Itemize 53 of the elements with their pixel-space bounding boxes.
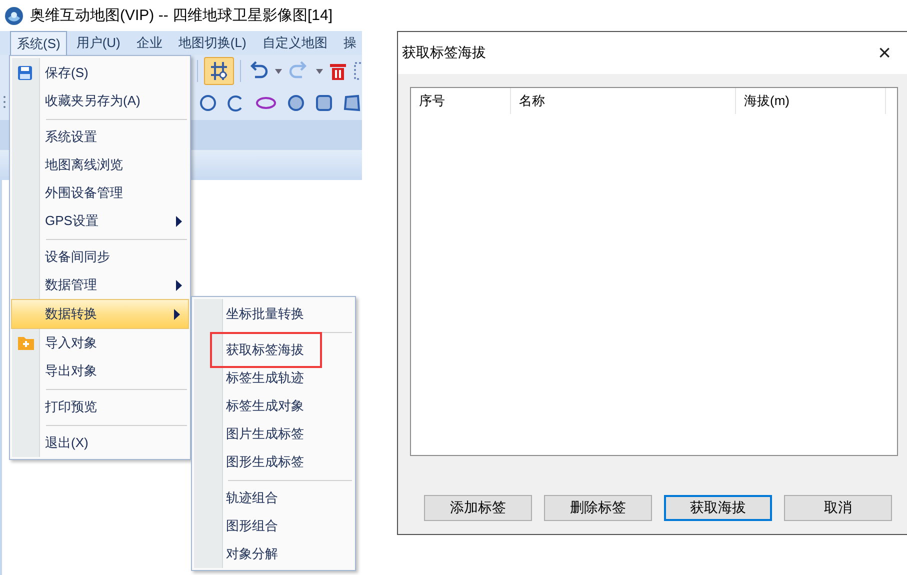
column-header[interactable]: 名称 bbox=[511, 88, 736, 114]
close-button[interactable]: × bbox=[872, 40, 897, 66]
menu-item[interactable]: 数据转换 bbox=[11, 299, 189, 329]
column-header[interactable]: 海拔(m) bbox=[736, 88, 886, 114]
menubar-item[interactable]: 用户(U) bbox=[69, 31, 128, 55]
menu-item[interactable]: 外围设备管理 bbox=[10, 179, 190, 207]
caret-icon[interactable] bbox=[316, 68, 323, 74]
toolbar-grip-icon[interactable] bbox=[3, 95, 6, 109]
menu-item[interactable]: 收藏夹另存为(A) bbox=[10, 87, 190, 115]
menu-item[interactable]: 坐标批量转换 bbox=[192, 300, 355, 328]
menubar-item[interactable]: 系统(S) bbox=[10, 31, 68, 55]
app-logo-icon bbox=[4, 6, 24, 26]
menu-item[interactable]: GPS设置 bbox=[10, 207, 190, 235]
folder-icon bbox=[17, 335, 35, 351]
dialog-title: 获取标签海拔 bbox=[402, 44, 487, 62]
menubar-item[interactable]: 自定义地图 bbox=[255, 31, 334, 55]
menu-item[interactable]: 对象分解 bbox=[192, 540, 355, 568]
select-icon[interactable] bbox=[353, 62, 361, 80]
menu-item[interactable]: 标签生成轨迹 bbox=[192, 364, 355, 392]
menubar-item[interactable]: 操 bbox=[336, 31, 362, 55]
menu-item[interactable]: 轨迹组合 bbox=[192, 484, 355, 512]
node-edit-icon[interactable] bbox=[204, 57, 234, 85]
menu-item[interactable]: 保存(S) bbox=[10, 59, 190, 87]
submenu-arrow-icon bbox=[176, 280, 182, 290]
menu-item[interactable]: 标签生成对象 bbox=[192, 392, 355, 420]
menu-item[interactable]: 导出对象 bbox=[10, 357, 190, 385]
circle-icon[interactable] bbox=[199, 94, 217, 112]
filled-square-icon[interactable] bbox=[315, 94, 333, 112]
menu-item[interactable]: 图形组合 bbox=[192, 512, 355, 540]
save-icon bbox=[17, 65, 33, 81]
ellipse-icon[interactable] bbox=[255, 96, 277, 110]
trash-icon[interactable] bbox=[329, 61, 347, 81]
dialog-button[interactable]: 添加标签 bbox=[424, 495, 532, 521]
submenu-arrow-icon bbox=[176, 216, 182, 226]
menu-item[interactable]: 数据管理 bbox=[10, 271, 190, 299]
dialog-button[interactable]: 取消 bbox=[784, 495, 892, 521]
polygon-icon[interactable] bbox=[343, 94, 361, 112]
dialog-button[interactable]: 获取海拔 bbox=[664, 495, 772, 521]
submenu-arrow-icon bbox=[174, 308, 180, 320]
column-header[interactable]: 序号 bbox=[411, 88, 511, 114]
menu-item[interactable]: 打印预览 bbox=[10, 393, 190, 421]
menubar-item[interactable]: 地图切换(L) bbox=[171, 31, 254, 55]
dialog-button[interactable]: 删除标签 bbox=[544, 495, 652, 521]
app-title: 奥维互动地图(VIP) -- 四维地球卫星影像图[14] bbox=[30, 6, 333, 25]
caret-icon[interactable] bbox=[275, 68, 282, 74]
menu-item[interactable]: 图片生成标签 bbox=[192, 420, 355, 448]
menubar-item[interactable]: 企业 bbox=[129, 31, 170, 55]
menu-item[interactable]: 获取标签海拔 bbox=[212, 335, 308, 365]
menu-item[interactable]: 设备间同步 bbox=[10, 243, 190, 271]
menu-item[interactable]: 退出(X) bbox=[10, 429, 190, 457]
menu-item[interactable]: 图形生成标签 bbox=[192, 448, 355, 476]
filled-circle-icon[interactable] bbox=[287, 94, 305, 112]
menu-item[interactable]: 导入对象 bbox=[10, 329, 190, 357]
